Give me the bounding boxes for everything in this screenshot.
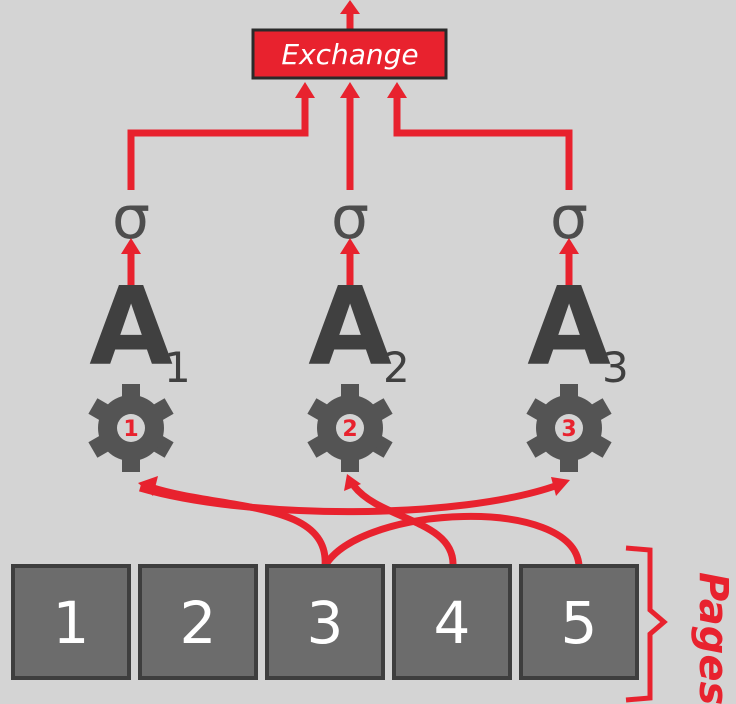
worker-3: σ A 3 3 (526, 183, 629, 472)
parallel-scan-diagram: Exchange σ A 1 1 σ A 2 2 σ A 3 3 1 2 3 4… (11, 0, 736, 704)
page-number-3: 3 (307, 589, 344, 657)
page-assignment-curves (138, 474, 583, 568)
arrowhead-exchange-3 (387, 82, 407, 98)
arrowhead-exchange-1 (295, 82, 315, 98)
page-row: 1 2 3 4 5 (11, 564, 639, 680)
access-method-3: A (527, 265, 611, 390)
gear-number-1: 1 (123, 417, 138, 442)
exchange-label: Exchange (281, 38, 418, 71)
wire-worker-1-exchange (127, 96, 309, 190)
sigma-to-exchange-wires (127, 82, 573, 190)
page-number-2: 2 (180, 589, 217, 657)
output-arrow (340, 0, 360, 30)
page-number-5: 5 (561, 589, 598, 657)
curve-distribution-to-worker-3 (139, 481, 560, 516)
worker-2: σ A 2 2 (307, 183, 410, 472)
access-subscript-1: 1 (164, 343, 191, 392)
page-number-1: 1 (53, 589, 90, 657)
arrowhead-worker-3 (551, 477, 570, 496)
access-subscript-2: 2 (383, 343, 410, 392)
access-subscript-3: 3 (602, 343, 629, 392)
pages-label: Pages (690, 572, 736, 704)
worker-1: σ A 1 1 (88, 183, 191, 472)
gear-number-2: 2 (342, 417, 357, 442)
diagram-stage: Exchange σ A 1 1 σ A 2 2 σ A 3 3 1 2 3 4… (0, 0, 736, 704)
access-method-2: A (308, 265, 392, 390)
arrowhead-exchange-2 (340, 82, 360, 98)
exchange-operator: Exchange (251, 28, 448, 80)
access-method-1: A (89, 265, 173, 390)
gear-number-3: 3 (561, 417, 576, 442)
wire-worker-3-exchange (393, 96, 573, 190)
page-number-4: 4 (434, 589, 471, 657)
